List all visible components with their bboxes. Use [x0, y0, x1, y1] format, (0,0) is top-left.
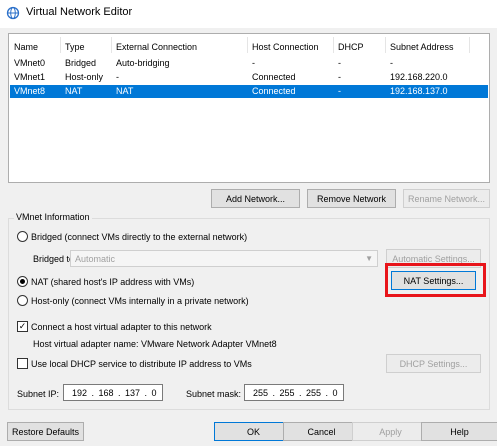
column-header-external[interactable]: External Connection [116, 42, 197, 52]
bridged-to-select[interactable]: Automatic ▼ [70, 250, 378, 267]
vmnet-information-group [8, 218, 490, 410]
radio-dot [20, 279, 25, 284]
cell-dhcp: - [338, 72, 341, 82]
apply-button[interactable]: Apply [352, 422, 429, 441]
bridged-to-value: Automatic [75, 253, 116, 264]
dhcp-label[interactable]: Use local DHCP service to distribute IP … [31, 359, 252, 369]
cell-subnet: 192.168.137.0 [390, 86, 448, 96]
ok-button[interactable]: OK [214, 422, 293, 441]
host-only-label[interactable]: Host-only (connect VMs internally in a p… [31, 296, 249, 306]
cell-external: NAT [116, 86, 134, 96]
cell-type: Bridged [65, 58, 97, 68]
bridged-radio[interactable] [17, 231, 28, 242]
column-header-type[interactable]: Type [65, 42, 85, 52]
cell-dhcp: - [338, 58, 341, 68]
column-header-name[interactable]: Name [14, 42, 38, 52]
nat-radio[interactable] [17, 276, 28, 287]
cell-host: Connected [252, 72, 296, 82]
column-divider[interactable] [111, 37, 112, 53]
subnet-mask-input[interactable]: 255 . 255 . 255 . 0 [244, 384, 344, 401]
title-bar: Virtual Network Editor [0, 0, 497, 28]
table-row[interactable]: VMnet0 Bridged Auto-bridging - - - [10, 57, 488, 70]
group-label: VMnet Information [14, 212, 92, 222]
annotation-highlight-box [385, 263, 486, 297]
remove-network-button[interactable]: Remove Network [307, 189, 396, 208]
column-divider[interactable] [469, 37, 470, 53]
column-header-host[interactable]: Host Connection [252, 42, 319, 52]
subnet-ip-input[interactable]: 192 . 168 . 137 . 0 [63, 384, 163, 401]
cell-type: NAT [65, 86, 83, 96]
cell-host: Connected [252, 86, 296, 96]
cell-external: - [116, 72, 119, 82]
cell-external: Auto-bridging [116, 58, 170, 68]
cell-subnet: 192.168.220.0 [390, 72, 448, 82]
column-header-subnet[interactable]: Subnet Address [390, 42, 454, 52]
connect-adapter-label[interactable]: Connect a host virtual adapter to this n… [31, 322, 212, 332]
bridged-label[interactable]: Bridged (connect VMs directly to the ext… [31, 232, 247, 242]
subnet-mask-label: Subnet mask: [186, 389, 242, 399]
adapter-name-label: Host virtual adapter name: VMware Networ… [33, 339, 277, 349]
cell-dhcp: - [338, 86, 341, 96]
table-row-selected[interactable]: VMnet8 NAT NAT Connected - 192.168.137.0 [10, 85, 488, 98]
column-divider[interactable] [385, 37, 386, 53]
column-header-dhcp[interactable]: DHCP [338, 42, 364, 52]
cell-name: VMnet1 [14, 72, 46, 82]
host-only-radio[interactable] [17, 295, 28, 306]
cell-host: - [252, 58, 255, 68]
network-globe-icon [6, 6, 20, 20]
dhcp-checkbox[interactable] [17, 358, 28, 369]
table-row[interactable]: VMnet1 Host-only - Connected - 192.168.2… [10, 71, 488, 84]
column-divider[interactable] [60, 37, 61, 53]
cell-subnet: - [390, 58, 393, 68]
column-divider[interactable] [247, 37, 248, 53]
window-title: Virtual Network Editor [26, 6, 133, 18]
column-divider[interactable] [333, 37, 334, 53]
help-button[interactable]: Help [421, 422, 497, 441]
network-list[interactable]: Name Type External Connection Host Conne… [8, 33, 490, 183]
restore-defaults-button[interactable]: Restore Defaults [7, 422, 84, 441]
dhcp-settings-button[interactable]: DHCP Settings... [386, 354, 481, 373]
rename-network-button[interactable]: Rename Network... [403, 189, 490, 208]
add-network-button[interactable]: Add Network... [211, 189, 300, 208]
nat-label[interactable]: NAT (shared host's IP address with VMs) [31, 277, 194, 287]
cell-name: VMnet8 [14, 86, 46, 96]
connect-adapter-checkbox[interactable]: ✓ [17, 321, 28, 332]
cell-name: VMnet0 [14, 58, 46, 68]
subnet-ip-label: Subnet IP: [17, 389, 60, 399]
cell-type: Host-only [65, 72, 104, 82]
chevron-down-icon: ▼ [365, 254, 373, 263]
cancel-button[interactable]: Cancel [283, 422, 360, 441]
